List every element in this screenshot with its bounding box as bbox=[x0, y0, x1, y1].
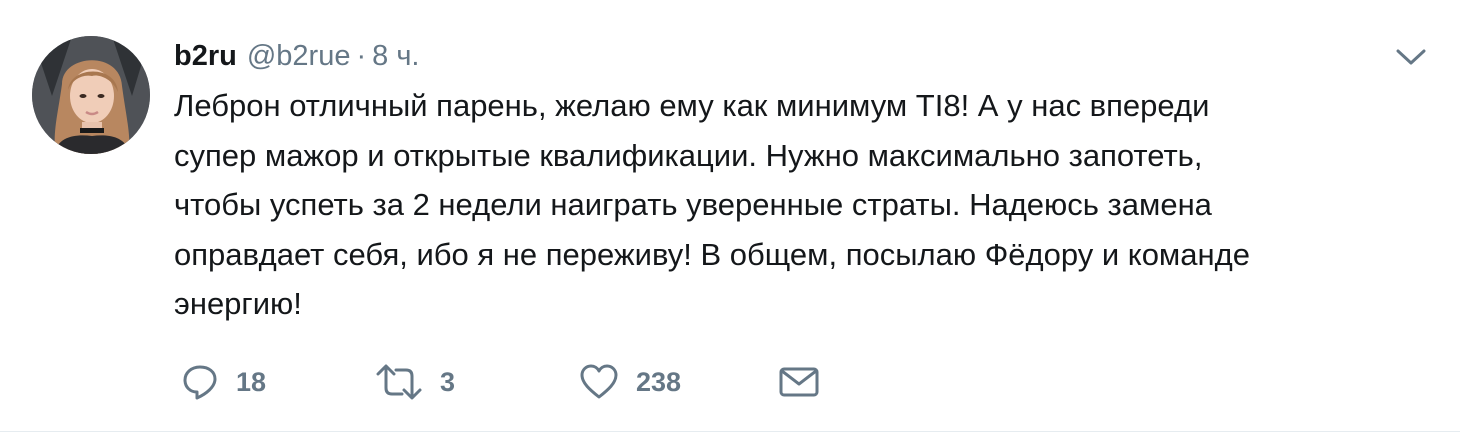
tweet-header: b2ru @b2rue · 8 ч. bbox=[174, 36, 420, 76]
retweet-icon bbox=[376, 364, 422, 400]
author-handle[interactable]: @b2rue bbox=[247, 40, 351, 73]
tweet-timestamp[interactable]: 8 ч. bbox=[372, 40, 419, 73]
author-name[interactable]: b2ru bbox=[174, 40, 237, 73]
reply-count: 18 bbox=[236, 366, 267, 397]
reply-button[interactable]: 18 bbox=[180, 356, 266, 408]
retweet-button[interactable]: 3 bbox=[374, 356, 455, 408]
like-button[interactable]: 238 bbox=[578, 356, 681, 408]
chevron-down-icon bbox=[1396, 49, 1426, 65]
avatar[interactable] bbox=[32, 36, 150, 154]
more-options-button[interactable] bbox=[1394, 44, 1428, 70]
reply-icon bbox=[183, 365, 217, 400]
avatar-photo bbox=[32, 36, 150, 154]
direct-message-button[interactable] bbox=[778, 356, 820, 408]
heart-icon bbox=[580, 364, 618, 399]
envelope-icon bbox=[779, 367, 819, 397]
tweet-text: Леброн отличный парень, желаю ему как ми… bbox=[174, 88, 1250, 321]
header-separator: · bbox=[356, 39, 367, 72]
retweet-count: 3 bbox=[440, 366, 456, 397]
like-count: 238 bbox=[636, 366, 682, 397]
tweet-actions: 18 3 238 bbox=[174, 356, 874, 408]
tweet-card[interactable]: b2ru @b2rue · 8 ч. Леброн отличный парен… bbox=[0, 0, 1460, 432]
